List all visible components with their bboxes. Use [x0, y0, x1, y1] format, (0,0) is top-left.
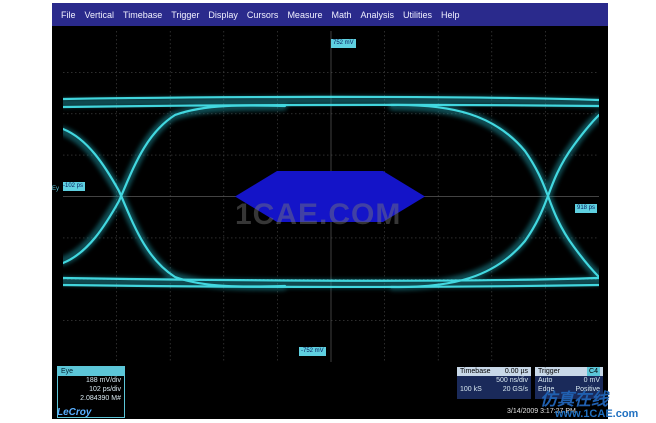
site-url: www.1CAE.com [555, 408, 639, 420]
menu-utilities[interactable]: Utilities [403, 10, 432, 20]
site-logo: 仿真在线 [540, 390, 608, 409]
menu-math[interactable]: Math [331, 10, 351, 20]
menu-bar: File Vertical Timebase Trigger Display C… [52, 3, 608, 26]
waveform-display[interactable]: 752 mV -752 mV -102 ps 918 ps 1CAE.COM [63, 31, 599, 362]
menu-help[interactable]: Help [441, 10, 460, 20]
timebase-title: Timebase [460, 368, 491, 375]
left-time-marker[interactable]: -102 ps [63, 182, 86, 191]
menu-timebase[interactable]: Timebase [123, 10, 162, 20]
timebase-rate: 20 GS/s [502, 386, 528, 393]
top-level-marker[interactable]: 752 mV [331, 39, 356, 48]
brand-logo: LeCroy [57, 407, 92, 418]
timebase-delay: 0.00 µs [504, 368, 528, 375]
eye-vdiv: 188 mV/div [85, 377, 121, 384]
timebase-samples: 100 kS [460, 386, 482, 393]
eye-hdiv: 102 ps/div [89, 386, 121, 393]
status-panel: Eye 188 mV/div 102 ps/div 2.084390 M# Ti… [52, 364, 608, 419]
oscilloscope-window: File Vertical Timebase Trigger Display C… [52, 3, 608, 419]
trigger-channel-badge: C4 [587, 367, 600, 376]
menu-trigger[interactable]: Trigger [171, 10, 199, 20]
eye-diagram [63, 31, 599, 362]
trigger-title: Trigger [538, 368, 560, 375]
timebase-tdiv: 500 ns/div [496, 377, 528, 384]
watermark: 1CAE.COM [235, 198, 402, 231]
menu-vertical[interactable]: Vertical [85, 10, 115, 20]
eye-title: Eye [58, 367, 124, 376]
right-time-marker[interactable]: 918 ps [575, 204, 598, 213]
menu-display[interactable]: Display [208, 10, 238, 20]
menu-cursors[interactable]: Cursors [247, 10, 279, 20]
trigger-mode: Auto [538, 377, 553, 384]
menu-measure[interactable]: Measure [287, 10, 322, 20]
channel-label: Ey [52, 186, 60, 192]
menu-file[interactable]: File [61, 10, 76, 20]
trigger-level: 0 mV [583, 377, 600, 384]
bottom-level-marker[interactable]: -752 mV [299, 347, 326, 356]
timebase-descriptor[interactable]: Timebase 0.00 µs 500 ns/div 100 kS 20 GS/s [457, 367, 531, 399]
eye-count: 2.084390 M# [80, 395, 121, 402]
menu-analysis[interactable]: Analysis [360, 10, 394, 20]
